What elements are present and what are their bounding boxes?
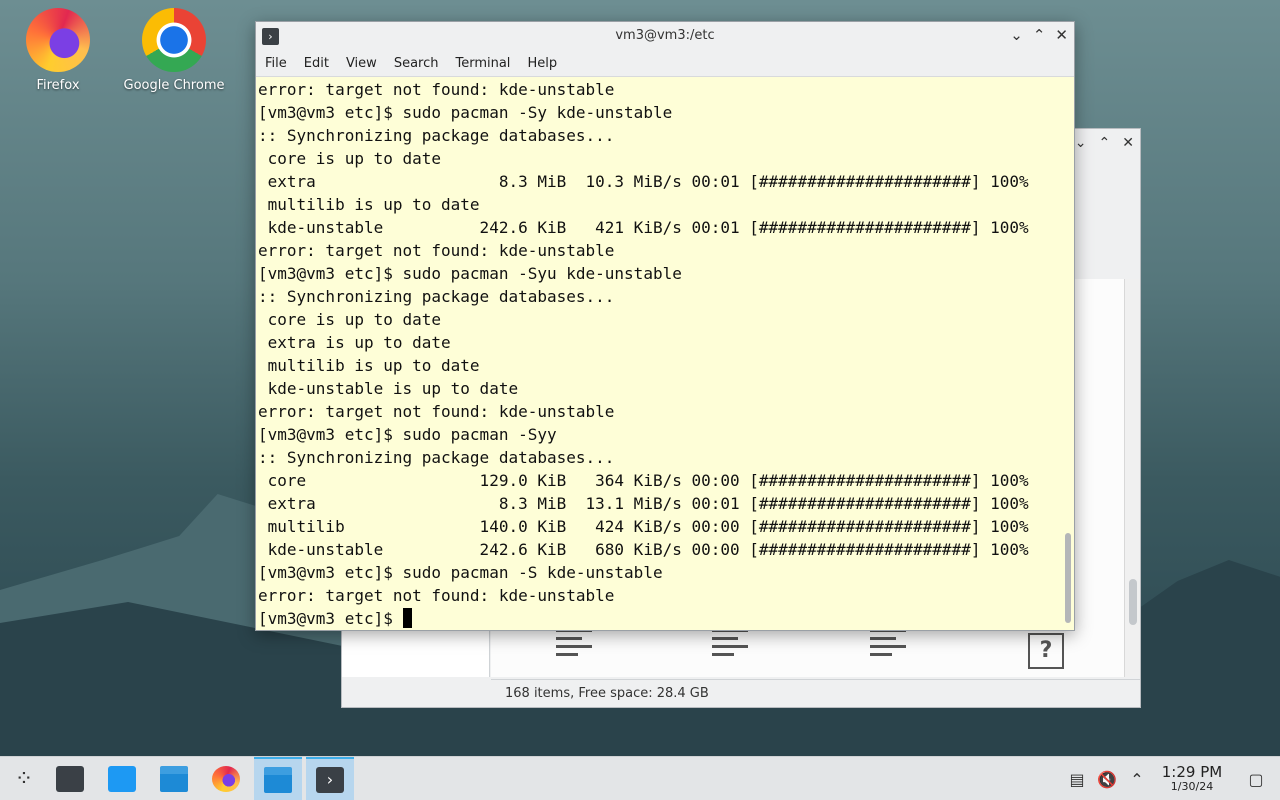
firefox-icon — [212, 766, 240, 792]
task-firefox[interactable] — [202, 757, 250, 800]
terminal-window[interactable]: › vm3@vm3:/etc ⌄ ⌃ ✕ File Edit View Sear… — [255, 21, 1075, 631]
terminal-line: error: target not found: kde-unstable — [258, 586, 615, 605]
menu-help[interactable]: Help — [527, 56, 566, 71]
menu-search[interactable]: Search — [394, 56, 448, 71]
system-tray: ▤ 🔇 ⌃ 1:29 PM 1/30/24 ▢ — [1062, 757, 1280, 800]
terminal-icon: › — [316, 767, 344, 793]
minimize-icon[interactable]: ⌄ — [1075, 135, 1087, 151]
menu-edit[interactable]: Edit — [304, 56, 338, 71]
desktop-icon-label: Firefox — [36, 78, 80, 93]
clipboard-icon[interactable]: ▤ — [1062, 770, 1092, 789]
title-bar[interactable]: › vm3@vm3:/etc ⌄ ⌃ ✕ — [256, 22, 1074, 50]
volume-muted-icon[interactable]: 🔇 — [1092, 770, 1122, 789]
text-file-icon[interactable] — [870, 629, 910, 669]
minimize-icon[interactable]: ⌄ — [1010, 26, 1023, 44]
terminal-line: error: target not found: kde-unstable — [258, 402, 615, 421]
terminal-line: multilib is up to date — [258, 356, 480, 375]
task-discover[interactable] — [98, 757, 146, 800]
store-icon — [108, 766, 136, 792]
menu-file[interactable]: File — [265, 56, 296, 71]
terminal-line: core 129.0 KiB 364 KiB/s 00:00 [########… — [258, 471, 1029, 490]
maximize-icon[interactable]: ⌃ — [1033, 26, 1046, 44]
terminal-line: kde-unstable 242.6 KiB 680 KiB/s 00:00 [… — [258, 540, 1029, 559]
scrollbar-thumb[interactable] — [1129, 579, 1137, 625]
terminal-line: extra 8.3 MiB 10.3 MiB/s 00:01 [########… — [258, 172, 1029, 191]
terminal-line: [vm3@vm3 etc]$ sudo pacman -S kde-unstab… — [258, 563, 663, 582]
clock-date: 1/30/24 — [1170, 780, 1214, 793]
terminal-line: kde-unstable 242.6 KiB 421 KiB/s 00:01 [… — [258, 218, 1029, 237]
task-dolphin[interactable] — [150, 757, 198, 800]
close-icon[interactable]: ✕ — [1122, 135, 1134, 151]
terminal-line: multilib is up to date — [258, 195, 480, 214]
taskbar: ⁘ › ▤ 🔇 ⌃ 1:29 PM 1/30/24 ▢ — [0, 756, 1280, 800]
task-system-settings[interactable] — [46, 757, 94, 800]
folder-icon — [160, 766, 188, 792]
chrome-icon — [142, 8, 206, 72]
application-launcher[interactable]: ⁘ — [0, 757, 48, 800]
terminal-output[interactable]: error: target not found: kde-unstable [vm… — [257, 78, 1060, 630]
terminal-prompt-line[interactable]: [vm3@vm3 etc]$ — [258, 607, 1060, 630]
desktop-icon-google-chrome[interactable]: Google Chrome — [119, 8, 229, 93]
task-konsole-open[interactable]: › — [306, 757, 354, 800]
close-icon[interactable]: ✕ — [1055, 26, 1068, 44]
menu-bar: File Edit View Search Terminal Help — [256, 50, 1074, 77]
window-controls: ⌄ ⌃ ✕ — [1075, 135, 1134, 151]
file-view-scrollbar[interactable] — [1124, 279, 1140, 677]
terminal-line: [vm3@vm3 etc]$ sudo pacman -Syu kde-unst… — [258, 264, 682, 283]
terminal-line: error: target not found: kde-unstable — [258, 80, 615, 99]
text-file-icon[interactable] — [712, 629, 752, 669]
terminal-line: :: Synchronizing package databases... — [258, 287, 615, 306]
digital-clock[interactable]: 1:29 PM 1/30/24 — [1152, 764, 1232, 794]
text-cursor — [402, 608, 412, 628]
menu-view[interactable]: View — [346, 56, 386, 71]
window-controls: ⌄ ⌃ ✕ — [1010, 26, 1068, 44]
terminal-line: :: Synchronizing package databases... — [258, 448, 615, 467]
terminal-line: error: target not found: kde-unstable — [258, 241, 615, 260]
show-desktop-icon[interactable]: ▢ — [1232, 770, 1280, 789]
window-title: vm3@vm3:/etc — [615, 28, 715, 43]
chevron-up-icon[interactable]: ⌃ — [1122, 770, 1152, 789]
text-file-icon[interactable] — [556, 629, 596, 669]
firefox-icon — [26, 8, 90, 72]
terminal-line: :: Synchronizing package databases... — [258, 126, 615, 145]
task-dolphin-open[interactable] — [254, 757, 302, 800]
settings-icon — [56, 766, 84, 792]
unknown-file-icon[interactable]: ? — [1028, 633, 1064, 669]
terminal-line: multilib 140.0 KiB 424 KiB/s 00:00 [####… — [258, 517, 1029, 536]
terminal-line: core is up to date — [258, 149, 442, 168]
menu-terminal[interactable]: Terminal — [455, 56, 519, 71]
launcher-icon: ⁘ — [14, 766, 34, 792]
status-bar: 168 items, Free space: 28.4 GB — [491, 679, 1140, 707]
terminal-line: [vm3@vm3 etc]$ sudo pacman -Sy kde-unsta… — [258, 103, 673, 122]
terminal-line: kde-unstable is up to date — [258, 379, 519, 398]
terminal-prompt: [vm3@vm3 etc]$ — [258, 609, 403, 628]
folder-icon — [264, 767, 292, 793]
terminal-scrollbar[interactable] — [1062, 78, 1072, 630]
desktop-icon-firefox[interactable]: Firefox — [3, 8, 113, 93]
terminal-line: extra 8.3 MiB 13.1 MiB/s 00:01 [########… — [258, 494, 1029, 513]
clock-time: 1:29 PM — [1161, 763, 1223, 781]
desktop-icon-label: Google Chrome — [123, 78, 225, 93]
terminal-line: [vm3@vm3 etc]$ sudo pacman -Syy — [258, 425, 557, 444]
terminal-line: extra is up to date — [258, 333, 451, 352]
maximize-icon[interactable]: ⌃ — [1099, 135, 1111, 151]
terminal-line: core is up to date — [258, 310, 442, 329]
scrollbar-thumb[interactable] — [1065, 533, 1071, 623]
